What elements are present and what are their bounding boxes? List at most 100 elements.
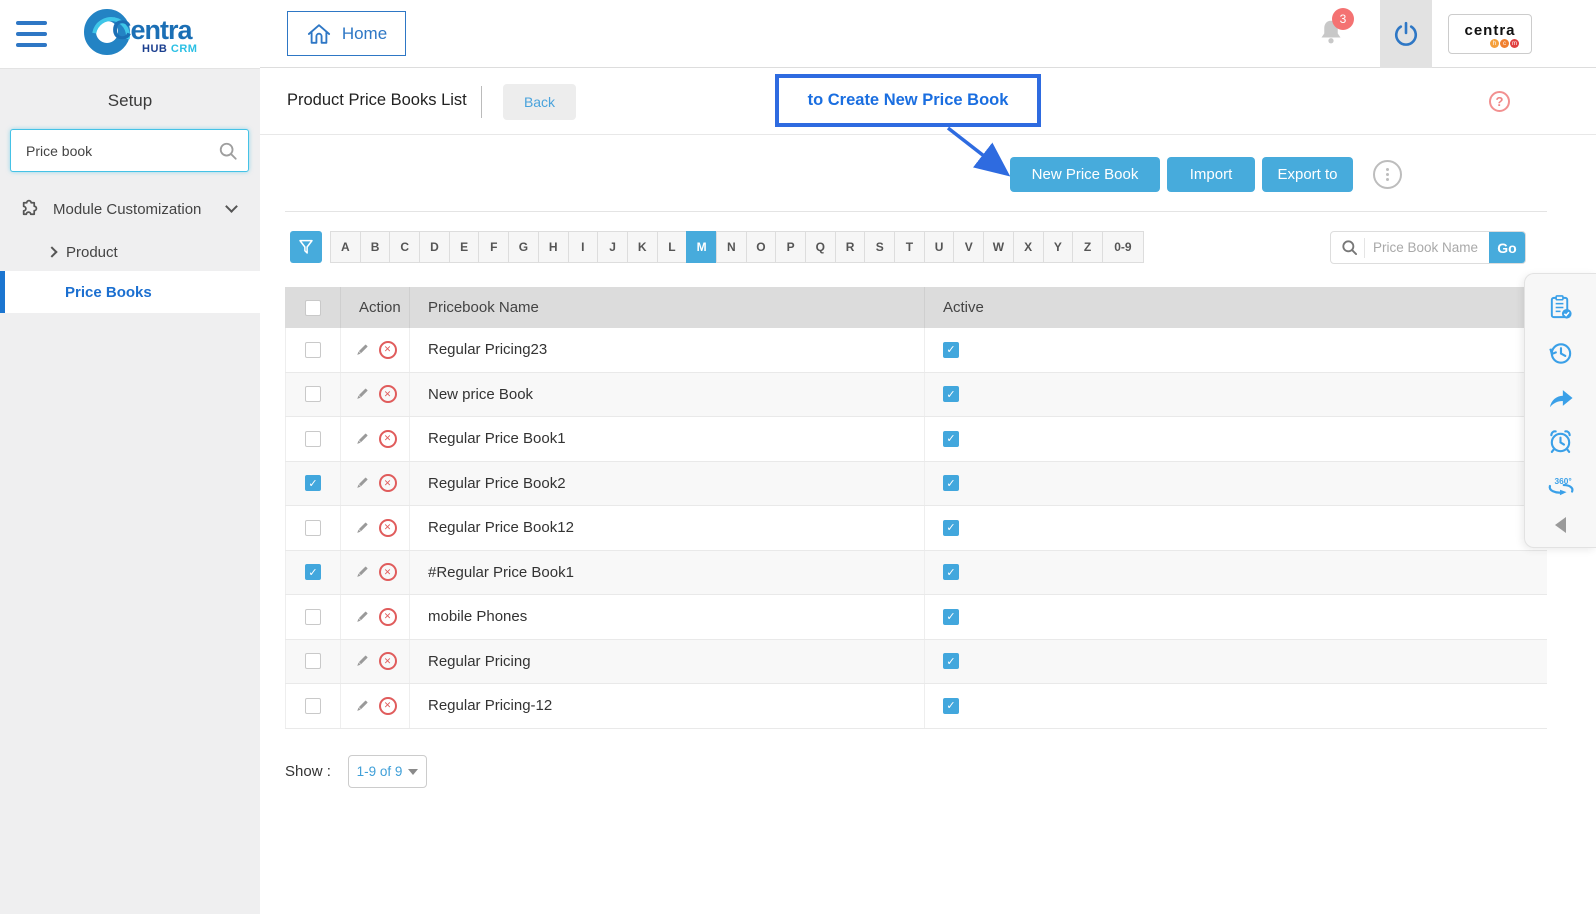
edit-icon[interactable] <box>354 520 370 536</box>
edit-icon[interactable] <box>354 609 370 625</box>
alphabet-filter-n[interactable]: N <box>715 231 747 263</box>
alphabet-filter-z[interactable]: Z <box>1072 231 1103 263</box>
edit-icon[interactable] <box>354 475 370 491</box>
alphabet-filter-x[interactable]: X <box>1012 231 1044 263</box>
sidebar-search-input[interactable] <box>11 142 218 159</box>
alphabet-filter-f[interactable]: F <box>478 231 510 263</box>
alphabet-filter-w[interactable]: W <box>983 231 1014 263</box>
filter-button[interactable] <box>290 231 322 263</box>
alphabet-filter-i[interactable]: I <box>567 231 599 263</box>
alphabet-filter-c[interactable]: C <box>389 231 421 263</box>
go-button[interactable]: Go <box>1489 232 1525 263</box>
alphabet-filter-p[interactable]: P <box>775 231 806 263</box>
sidebar-item-label: Product <box>66 243 118 261</box>
notes-tasks-icon[interactable] <box>1547 294 1574 321</box>
row-select-checkbox[interactable] <box>305 475 321 492</box>
centra-hcm-logo[interactable]: centra hcm <box>1448 14 1532 54</box>
edit-icon[interactable] <box>354 564 370 580</box>
view-360-icon[interactable]: 360° <box>1546 474 1576 498</box>
active-checkbox[interactable] <box>943 386 959 403</box>
delete-icon[interactable]: ✕ <box>378 429 397 448</box>
export-button[interactable]: Export to <box>1262 157 1353 192</box>
alphabet-filter-m[interactable]: M <box>686 231 717 263</box>
delete-icon[interactable]: ✕ <box>378 652 397 671</box>
collapse-panel-icon[interactable] <box>1555 516 1566 533</box>
alphabet-filter-a[interactable]: A <box>330 231 361 263</box>
edit-icon[interactable] <box>354 698 370 714</box>
row-select-checkbox[interactable] <box>305 697 321 714</box>
select-all-checkbox[interactable] <box>304 299 321 316</box>
row-select-checkbox[interactable] <box>305 653 321 670</box>
pricebook-name: Regular Pricing23 <box>410 328 925 372</box>
edit-icon[interactable] <box>354 386 370 402</box>
edit-icon[interactable] <box>354 653 370 669</box>
history-icon[interactable] <box>1547 340 1574 367</box>
alphabet-filter-b[interactable]: B <box>359 231 391 263</box>
alphabet-filter-k[interactable]: K <box>626 231 658 263</box>
pricebook-search-input[interactable] <box>1364 237 1489 258</box>
active-checkbox[interactable] <box>943 653 959 670</box>
alphabet-filter-r[interactable]: R <box>834 231 866 263</box>
help-icon[interactable]: ? <box>1489 91 1510 112</box>
active-checkbox[interactable] <box>943 608 959 625</box>
home-tab[interactable]: Home <box>287 11 406 56</box>
chevron-right-icon <box>46 246 58 258</box>
active-checkbox[interactable] <box>943 475 959 492</box>
alphabet-filter-q[interactable]: Q <box>805 231 836 263</box>
action-header: Action <box>341 287 410 328</box>
alphabet-filter-g[interactable]: G <box>508 231 539 263</box>
edit-icon[interactable] <box>354 342 370 358</box>
delete-icon[interactable]: ✕ <box>378 607 397 626</box>
pricebook-name: Regular Pricing <box>410 639 925 683</box>
active-checkbox[interactable] <box>943 697 959 714</box>
row-select-checkbox[interactable] <box>305 564 321 581</box>
row-select-checkbox[interactable] <box>305 341 321 358</box>
edit-icon[interactable] <box>354 431 370 447</box>
table-row: ✕ Regular Price Book1 <box>285 417 1547 462</box>
sidebar-item-price-books[interactable]: Price Books <box>0 271 260 313</box>
table-row: ✕ mobile Phones <box>285 595 1547 640</box>
delete-icon[interactable]: ✕ <box>378 518 397 537</box>
active-checkbox[interactable] <box>943 564 959 581</box>
delete-icon[interactable]: ✕ <box>378 385 397 404</box>
row-select-checkbox[interactable] <box>305 519 321 536</box>
page-size-dropdown[interactable]: 1-9 of 9 <box>348 755 427 788</box>
notification-bell[interactable]: 3 <box>1316 8 1354 52</box>
hamburger-menu-icon[interactable] <box>16 21 47 47</box>
row-select-checkbox[interactable] <box>305 430 321 447</box>
alphabet-filter-d[interactable]: D <box>419 231 450 263</box>
delete-icon[interactable]: ✕ <box>378 563 397 582</box>
alphabet-filter-h[interactable]: H <box>537 231 569 263</box>
alphabet-filter-0-9[interactable]: 0-9 <box>1101 231 1144 263</box>
alphabet-filter-s[interactable]: S <box>864 231 896 263</box>
sidebar-item-product[interactable]: Product <box>0 233 260 271</box>
alphabet-filter-v[interactable]: V <box>953 231 985 263</box>
alphabet-filter-u[interactable]: U <box>923 231 955 263</box>
alphabet-filter-y[interactable]: Y <box>1042 231 1074 263</box>
alphabet-filter-t[interactable]: T <box>894 231 925 263</box>
more-options-icon[interactable] <box>1373 160 1402 189</box>
import-button[interactable]: Import <box>1167 157 1255 192</box>
reminder-alarm-icon[interactable] <box>1547 428 1574 455</box>
alphabet-filter-o[interactable]: O <box>745 231 777 263</box>
mini-logo-dot-m: m <box>1510 39 1519 48</box>
back-button[interactable]: Back <box>503 84 576 120</box>
active-checkbox[interactable] <box>943 430 959 447</box>
sidebar-item-module-customization[interactable]: Module Customization <box>0 189 260 229</box>
logout-button[interactable] <box>1380 0 1432 68</box>
alphabet-filter-e[interactable]: E <box>448 231 480 263</box>
new-price-book-button[interactable]: New Price Book <box>1010 157 1160 192</box>
active-checkbox[interactable] <box>943 519 959 536</box>
sidebar-search <box>10 129 249 172</box>
share-forward-icon[interactable] <box>1547 386 1575 410</box>
row-select-checkbox[interactable] <box>305 608 321 625</box>
alphabet-filter-l[interactable]: L <box>656 231 688 263</box>
chevron-down-icon <box>225 200 238 213</box>
delete-icon[interactable]: ✕ <box>378 474 397 493</box>
create-pricebook-callout: to Create New Price Book <box>775 74 1041 127</box>
delete-icon[interactable]: ✕ <box>378 340 397 359</box>
alphabet-filter-j[interactable]: J <box>597 231 628 263</box>
delete-icon[interactable]: ✕ <box>378 696 397 715</box>
row-select-checkbox[interactable] <box>305 386 321 403</box>
active-checkbox[interactable] <box>943 341 959 358</box>
